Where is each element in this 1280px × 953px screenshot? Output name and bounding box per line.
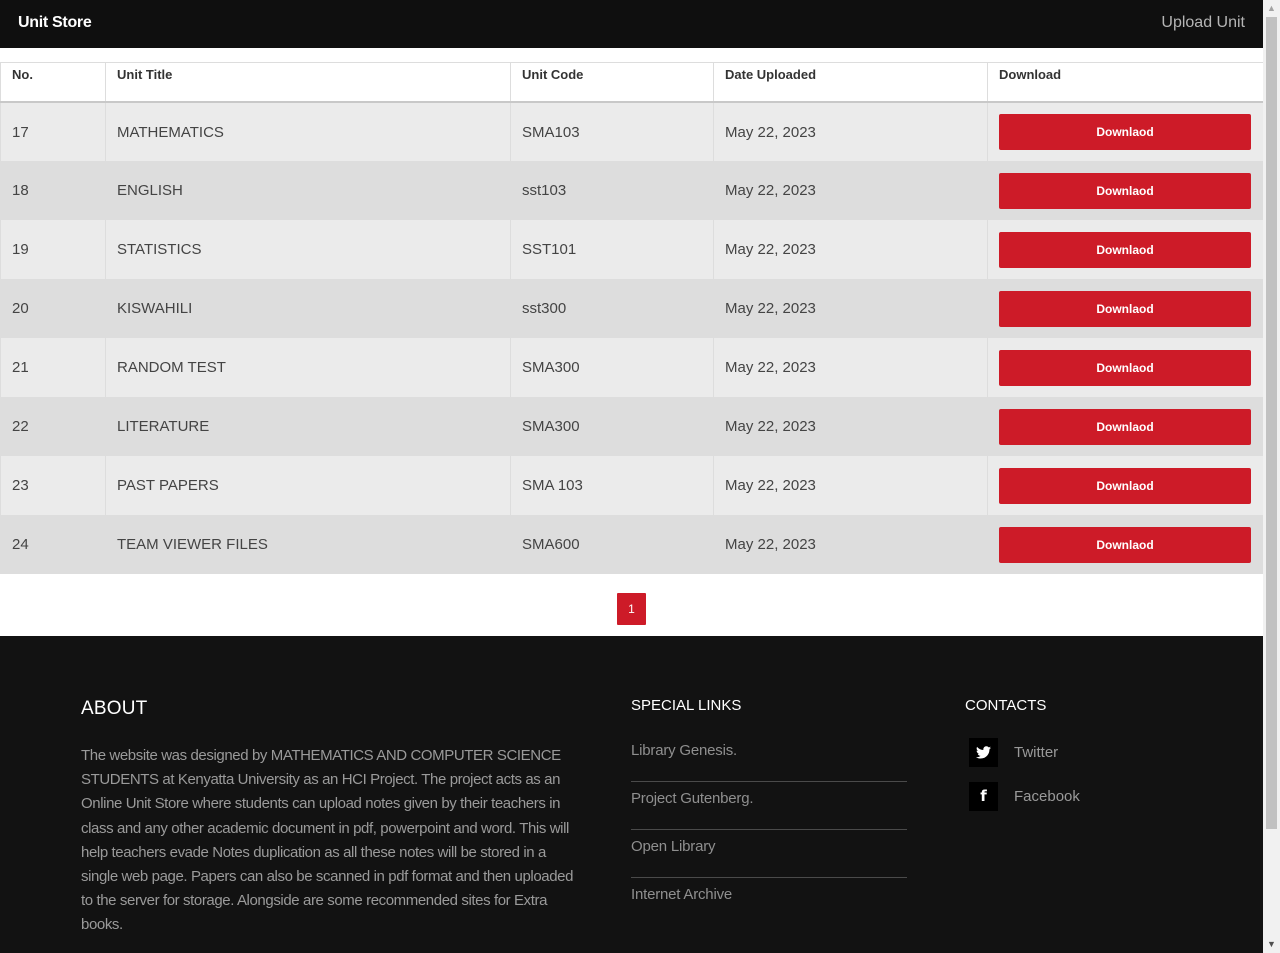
table-row: 17 MATHEMATICS SMA103 May 22, 2023 Downl… — [0, 102, 1263, 161]
cell-unit-code: sst103 — [510, 161, 714, 220]
cell-download: Downlaod — [987, 397, 1263, 456]
cell-unit-title: PAST PAPERS — [105, 456, 511, 515]
facebook-icon[interactable]: f — [969, 782, 998, 811]
top-navbar: Unit Store Upload Unit — [0, 0, 1263, 48]
cell-unit-title: KISWAHILI — [105, 279, 511, 338]
cell-unit-title: STATISTICS — [105, 220, 511, 279]
cell-unit-code: sst300 — [510, 279, 714, 338]
table-row: 19 STATISTICS SST101 May 22, 2023 Downla… — [0, 220, 1263, 279]
cell-unit-code: SMA103 — [510, 102, 714, 161]
pagination-page-button[interactable]: 1 — [617, 593, 646, 625]
cell-no: 20 — [0, 279, 106, 338]
download-button[interactable]: Downlaod — [999, 172, 1251, 209]
cell-no: 18 — [0, 161, 106, 220]
scroll-up-arrow-icon[interactable]: ▲ — [1263, 0, 1280, 17]
vertical-scrollbar[interactable]: ▲ ▼ — [1263, 0, 1280, 953]
table-row: 24 TEAM VIEWER FILES SMA600 May 22, 2023… — [0, 515, 1263, 574]
cell-download: Downlaod — [987, 338, 1263, 397]
cell-unit-title: LITERATURE — [105, 397, 511, 456]
cell-download: Downlaod — [987, 102, 1263, 161]
link-library-genesis[interactable]: Library Genesis. — [631, 734, 907, 759]
twitter-label[interactable]: Twitter — [1014, 744, 1058, 761]
column-header-download: Download — [987, 62, 1263, 103]
cell-date-uploaded: May 22, 2023 — [713, 279, 988, 338]
upload-unit-link[interactable]: Upload Unit — [1161, 14, 1245, 32]
link-internet-archive[interactable]: Internet Archive — [631, 878, 907, 903]
units-table-container: No. Unit Title Unit Code Date Uploaded D… — [0, 62, 1263, 574]
special-links-heading: SPECIAL LINKS — [631, 697, 742, 714]
facebook-label[interactable]: Facebook — [1014, 788, 1080, 805]
cell-date-uploaded: May 22, 2023 — [713, 338, 988, 397]
column-header-no: No. — [0, 62, 106, 103]
cell-unit-title: RANDOM TEST — [105, 338, 511, 397]
download-button[interactable]: Downlaod — [999, 408, 1251, 445]
about-heading: ABOUT — [81, 698, 148, 719]
column-header-date-uploaded: Date Uploaded — [713, 62, 988, 103]
cell-download: Downlaod — [987, 515, 1263, 574]
cell-unit-code: SST101 — [510, 220, 714, 279]
cell-unit-title: ENGLISH — [105, 161, 511, 220]
contacts-heading: CONTACTS — [965, 697, 1047, 714]
cell-unit-title: TEAM VIEWER FILES — [105, 515, 511, 574]
twitter-icon-graphic — [976, 746, 991, 759]
cell-download: Downlaod — [987, 220, 1263, 279]
list-item: Library Genesis. — [631, 734, 907, 782]
list-item: Internet Archive — [631, 878, 907, 925]
cell-unit-code: SMA600 — [510, 515, 714, 574]
footer: ABOUT The website was designed by MATHEM… — [0, 636, 1263, 953]
table-row: 20 KISWAHILI sst300 May 22, 2023 Downlao… — [0, 279, 1263, 338]
cell-no: 22 — [0, 397, 106, 456]
page: Unit Store Upload Unit No. Unit Title Un… — [0, 0, 1263, 953]
table-row: 18 ENGLISH sst103 May 22, 2023 Downlaod — [0, 161, 1263, 220]
units-table: No. Unit Title Unit Code Date Uploaded D… — [0, 62, 1263, 574]
table-row: 21 RANDOM TEST SMA300 May 22, 2023 Downl… — [0, 338, 1263, 397]
cell-download: Downlaod — [987, 161, 1263, 220]
cell-download: Downlaod — [987, 456, 1263, 515]
download-button[interactable]: Downlaod — [999, 290, 1251, 327]
special-links-list: Library Genesis. Project Gutenberg. Open… — [631, 734, 907, 925]
cell-date-uploaded: May 22, 2023 — [713, 456, 988, 515]
link-open-library[interactable]: Open Library — [631, 830, 907, 855]
download-button[interactable]: Downlaod — [999, 114, 1251, 150]
cell-no: 17 — [0, 102, 106, 161]
cell-no: 23 — [0, 456, 106, 515]
column-header-unit-code: Unit Code — [510, 62, 714, 103]
table-row: 22 LITERATURE SMA300 May 22, 2023 Downla… — [0, 397, 1263, 456]
table-row: 23 PAST PAPERS SMA 103 May 22, 2023 Down… — [0, 456, 1263, 515]
cell-date-uploaded: May 22, 2023 — [713, 397, 988, 456]
table-body: 17 MATHEMATICS SMA103 May 22, 2023 Downl… — [0, 102, 1263, 574]
brand-link[interactable]: Unit Store — [18, 14, 92, 32]
scrollbar-thumb[interactable] — [1266, 17, 1277, 829]
column-header-unit-title: Unit Title — [105, 62, 511, 103]
download-button[interactable]: Downlaod — [999, 231, 1251, 268]
cell-unit-code: SMA300 — [510, 338, 714, 397]
cell-no: 19 — [0, 220, 106, 279]
cell-no: 21 — [0, 338, 106, 397]
list-item: Project Gutenberg. — [631, 782, 907, 830]
about-text: The website was designed by MATHEMATICS … — [81, 747, 574, 934]
cell-no: 24 — [0, 515, 106, 574]
cell-date-uploaded: May 22, 2023 — [713, 161, 988, 220]
cell-date-uploaded: May 22, 2023 — [713, 220, 988, 279]
cell-unit-code: SMA300 — [510, 397, 714, 456]
twitter-icon[interactable] — [969, 738, 998, 767]
cell-date-uploaded: May 22, 2023 — [713, 515, 988, 574]
cell-download: Downlaod — [987, 279, 1263, 338]
table-header-row: No. Unit Title Unit Code Date Uploaded D… — [0, 62, 1263, 103]
download-button[interactable]: Downlaod — [999, 526, 1251, 563]
cell-unit-title: MATHEMATICS — [105, 102, 511, 161]
list-item: Open Library — [631, 830, 907, 878]
cell-date-uploaded: May 22, 2023 — [713, 102, 988, 161]
link-project-gutenberg[interactable]: Project Gutenberg. — [631, 782, 907, 807]
download-button[interactable]: Downlaod — [999, 349, 1251, 386]
cell-unit-code: SMA 103 — [510, 456, 714, 515]
scroll-down-arrow-icon[interactable]: ▼ — [1263, 936, 1280, 953]
download-button[interactable]: Downlaod — [999, 467, 1251, 504]
